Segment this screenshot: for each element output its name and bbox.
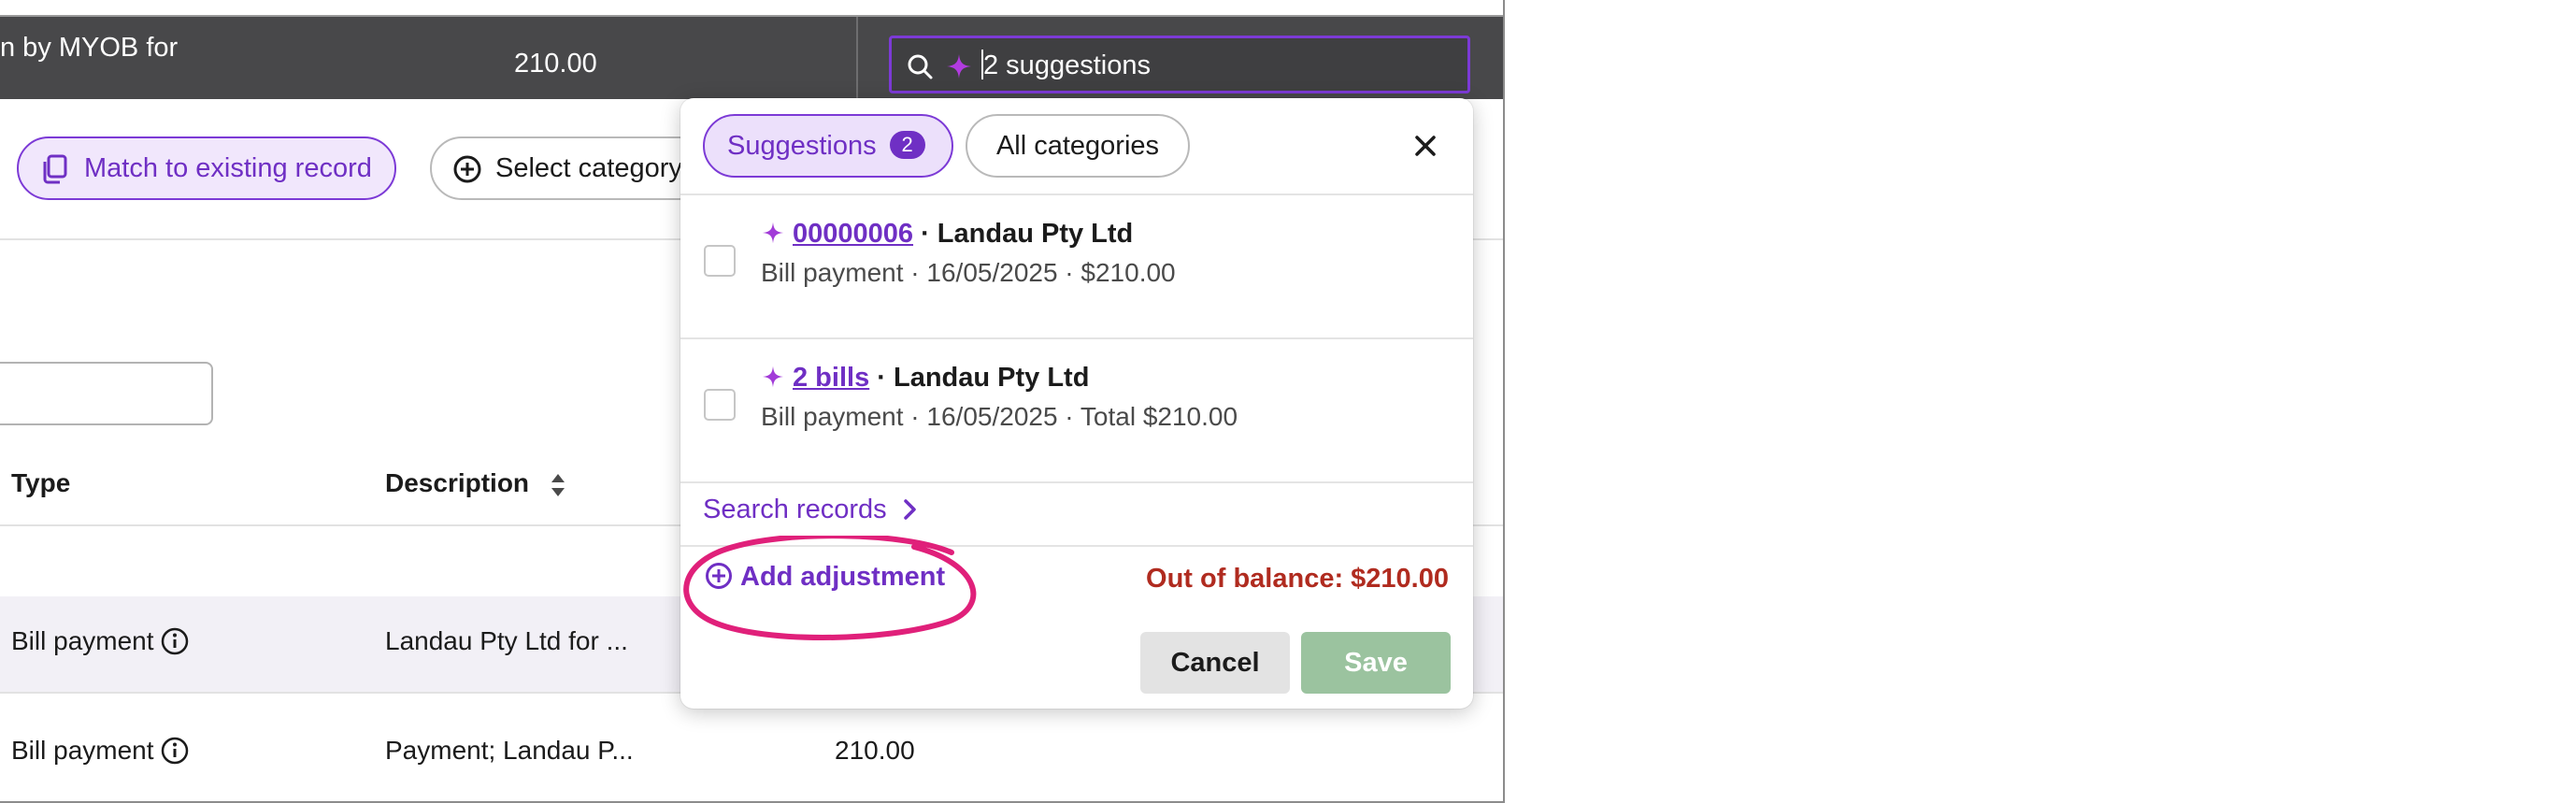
suggestion-checkbox[interactable] — [704, 245, 736, 277]
plus-circle-icon — [453, 155, 481, 183]
match-to-existing-record-button[interactable]: Match to existing record — [17, 136, 396, 200]
plus-circle-icon — [706, 563, 732, 589]
type-label: Bill payment — [11, 626, 154, 655]
chevron-right-icon — [903, 499, 916, 520]
select-category-button[interactable]: Select category — [430, 136, 710, 200]
info-icon[interactable] — [160, 626, 190, 656]
copy-icon — [43, 154, 67, 184]
allocation-search-input[interactable]: 2 suggestions — [889, 36, 1470, 93]
suggestion-checkbox[interactable] — [704, 389, 736, 421]
add-adjustment-label: Add adjustment — [740, 562, 946, 592]
transaction-amount: 210.00 — [514, 49, 597, 79]
suggestion-title: 2 bills · Landau Pty Ltd — [761, 363, 1089, 394]
app-window: n by MYOB for 210.00 2 suggestions Match… — [0, 0, 1505, 803]
select-button-label: Select category — [495, 153, 682, 183]
suggestion-details: Bill payment · 16/05/2025 · Total $210.0… — [761, 402, 1238, 431]
search-records-label: Search records — [703, 495, 887, 524]
sparkle-icon — [947, 54, 971, 79]
popover-divider — [680, 545, 1473, 547]
cancel-button[interactable]: Cancel — [1140, 632, 1290, 694]
suggestion-details: Bill payment · 16/05/2025 · $210.00 — [761, 258, 1176, 287]
cell-type: Bill payment — [11, 736, 190, 766]
tab-suggestions-label: Suggestions — [727, 131, 877, 161]
match-button-label: Match to existing record — [84, 153, 372, 183]
column-header-description[interactable]: Description — [385, 468, 529, 498]
column-divider — [856, 17, 858, 99]
transaction-summary-bar: n by MYOB for 210.00 2 suggestions — [0, 17, 1503, 99]
suggestion-item[interactable]: 00000006 · Landau Pty Ltd Bill payment ·… — [680, 195, 1473, 339]
column-header-type[interactable]: Type — [11, 468, 70, 498]
search-records-link[interactable]: Search records — [703, 495, 919, 525]
popover-divider — [680, 481, 1473, 483]
transaction-description: n by MYOB for — [0, 33, 179, 63]
suggestion-party: · Landau Pty Ltd — [921, 219, 1134, 249]
add-adjustment-button[interactable]: Add adjustment — [705, 562, 945, 593]
suggestions-popover: Suggestions 2 All categories 00000006 · L… — [680, 98, 1473, 709]
close-icon[interactable] — [1410, 130, 1441, 162]
sparkle-icon — [762, 222, 784, 244]
cell-type: Bill payment — [11, 626, 190, 656]
tab-suggestions[interactable]: Suggestions 2 — [703, 114, 953, 178]
tab-all-categories[interactable]: All categories — [966, 114, 1190, 178]
suggestion-party: · Landau Pty Ltd — [877, 363, 1090, 393]
cell-amount: 210.00 — [835, 736, 915, 765]
filter-input[interactable] — [0, 362, 213, 425]
suggestion-record-link[interactable]: 00000006 — [793, 219, 913, 249]
cell-description: Landau Pty Ltd for ... — [385, 626, 628, 655]
sort-icon[interactable] — [550, 472, 566, 498]
info-icon[interactable] — [160, 736, 190, 766]
window-top-edge — [0, 0, 1503, 17]
out-of-balance-status: Out of balance: $210.00 — [1146, 564, 1449, 594]
save-button[interactable]: Save — [1301, 632, 1451, 694]
sparkle-icon — [762, 366, 784, 388]
suggestion-title: 00000006 · Landau Pty Ltd — [761, 219, 1133, 250]
suggestion-record-link[interactable]: 2 bills — [793, 363, 869, 393]
search-value: 2 suggestions — [983, 50, 1151, 80]
suggestions-count-badge: 2 — [889, 131, 925, 159]
search-icon — [908, 54, 933, 79]
cell-description: Payment; Landau P... — [385, 736, 634, 765]
type-label: Bill payment — [11, 736, 154, 765]
suggestion-item[interactable]: 2 bills · Landau Pty Ltd Bill payment · … — [680, 339, 1473, 483]
